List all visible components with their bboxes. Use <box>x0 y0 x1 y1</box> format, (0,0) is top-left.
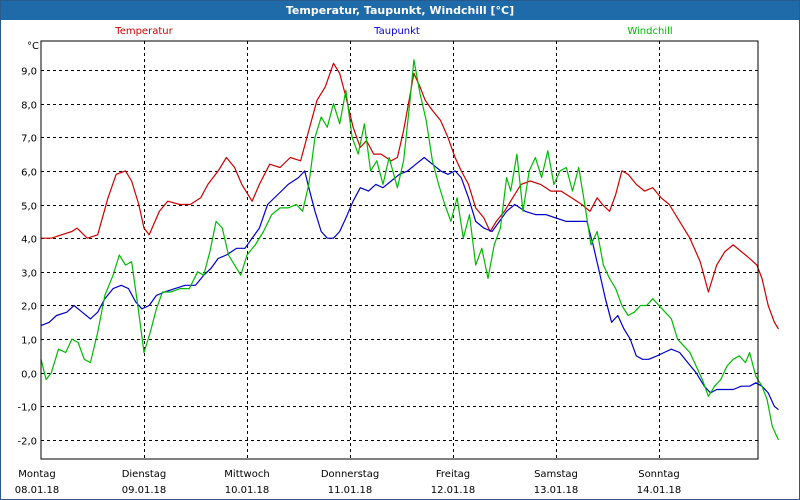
chart-canvas: 9,0 8,0 7,0 6,0 5,0 4,0 3,0 2,0 1,0 0,0 -1,0 -2,0 Mo… <box>15 26 780 496</box>
series-line-taupunkt <box>40 156 779 411</box>
day-label-weekday: Samstag <box>534 469 578 480</box>
day-label-date: 13.01.18 <box>534 485 579 496</box>
y-tick-label: 9,0 <box>21 67 37 78</box>
y-tick-label: 0,0 <box>21 370 37 381</box>
legend-entry-temperatur: Temperatur <box>114 26 173 37</box>
y-tick-label: 2,0 <box>21 302 37 313</box>
day-label-weekday: Freitag <box>436 469 470 480</box>
day-label-date: 08.01.18 <box>15 485 60 496</box>
legend: Temperatur Taupunkt Windchill <box>114 26 672 37</box>
y-tick-label: 6,0 <box>21 168 37 179</box>
day-label-weekday: Mittwoch <box>224 469 269 480</box>
axes: 9,0 8,0 7,0 6,0 5,0 4,0 3,0 2,0 1,0 0,0 -1,0 -2,0 Mo… <box>15 40 759 496</box>
day-label-date: 11.01.18 <box>328 485 373 496</box>
legend-entry-windchill: Windchill <box>627 26 672 37</box>
y-tick-label: 7,0 <box>21 134 37 145</box>
grid <box>41 41 758 459</box>
plot-frame <box>40 40 759 460</box>
day-label-weekday: Dienstag <box>122 469 167 480</box>
legend-entry-taupunkt: Taupunkt <box>373 26 420 37</box>
y-tick-label: 5,0 <box>21 202 37 213</box>
chart-window: Temperatur, Taupunkt, Windchill [°C] 9,0… <box>0 0 800 500</box>
y-tick-label: 1,0 <box>21 336 37 347</box>
day-label-weekday: Montag <box>18 469 55 480</box>
y-tick-label: 8,0 <box>21 101 37 112</box>
day-label-date: 12.01.18 <box>431 485 476 496</box>
y-tick-label: 4,0 <box>21 235 37 246</box>
series-lines <box>40 59 780 441</box>
day-label-weekday: Donnerstag <box>321 469 379 480</box>
day-label-date: 09.01.18 <box>122 485 167 496</box>
y-tick-label: 3,0 <box>21 269 37 280</box>
day-label-weekday: Sonntag <box>638 469 680 480</box>
y-tick-label: -2,0 <box>17 437 37 448</box>
series-line-windchill <box>40 59 780 441</box>
day-label-date: 14.01.18 <box>637 485 682 496</box>
day-label-date: 10.01.18 <box>225 485 270 496</box>
y-tick-label: -1,0 <box>17 403 37 414</box>
y-axis-unit-label: °C <box>27 41 39 52</box>
